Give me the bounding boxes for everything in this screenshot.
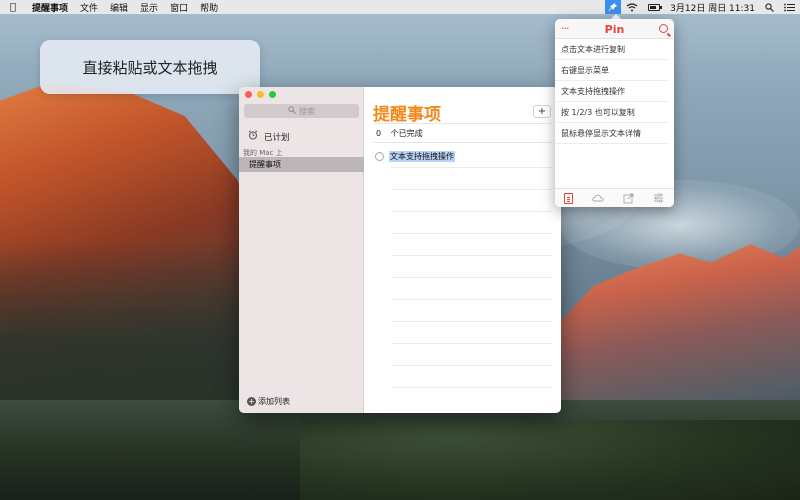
empty-row-line: [391, 211, 552, 212]
search-icon: [288, 106, 296, 116]
pin-clip-list: 点击文本进行复制 右键显示菜单 文本支持拖拽操作 按 1/2/3 也可以复制 鼠…: [555, 39, 674, 144]
pin-clip-item[interactable]: 右键显示菜单: [555, 60, 668, 81]
pin-title: Pin: [604, 23, 625, 36]
empty-row-line: [391, 167, 552, 168]
sidebar-item-label: 提醒事项: [249, 160, 281, 169]
forest: [300, 420, 800, 500]
close-button[interactable]: [245, 91, 252, 98]
empty-row-line: [391, 365, 552, 366]
window-controls: [245, 91, 276, 98]
menu-view[interactable]: 显示: [134, 1, 164, 14]
share-icon[interactable]: [622, 192, 634, 204]
completed-summary[interactable]: 0 个已完成: [376, 128, 423, 139]
search-icon[interactable]: [659, 24, 668, 33]
empty-row-line: [391, 321, 552, 322]
apple-icon[interactable]: : [0, 2, 26, 13]
cloud-icon[interactable]: [592, 192, 604, 204]
sliders-icon[interactable]: [653, 192, 665, 204]
add-reminder-button[interactable]: +: [533, 105, 551, 118]
menu-file[interactable]: 文件: [74, 1, 104, 14]
checkbox-circle[interactable]: [375, 152, 384, 161]
spotlight-icon[interactable]: [760, 0, 779, 14]
caption-bubble: 直接粘贴或文本拖拽: [40, 40, 260, 94]
menu-app-name[interactable]: 提醒事项: [26, 1, 74, 14]
empty-row-line: [391, 189, 552, 190]
sidebar-item-scheduled[interactable]: 已计划: [248, 130, 290, 143]
minimize-button[interactable]: [257, 91, 264, 98]
menu-window[interactable]: 窗口: [164, 1, 194, 14]
divider: [373, 123, 552, 124]
search-input[interactable]: 搜索: [244, 104, 359, 118]
reminders-main: 提醒事项 + 0 个已完成 文本支持拖拽操作: [364, 87, 561, 413]
sidebar-item-label: 已计划: [264, 132, 290, 143]
clock[interactable]: 3月12日 周日 11:31: [665, 0, 760, 14]
pin-popover: ··· Pin 点击文本进行复制 右键显示菜单 文本支持拖拽操作 按 1/2/3…: [555, 19, 674, 207]
battery-icon[interactable]: [643, 0, 665, 14]
completed-count: 0: [376, 129, 382, 138]
empty-row-line: [391, 343, 552, 344]
alarm-clock-icon: [248, 130, 258, 143]
menu-help[interactable]: 帮助: [194, 1, 224, 14]
notification-center-icon[interactable]: [779, 0, 800, 14]
sidebar-item-reminders[interactable]: 提醒事项: [239, 157, 364, 172]
caption-text: 直接粘贴或文本拖拽: [82, 58, 218, 77]
empty-row-line: [391, 387, 552, 388]
search-placeholder: 搜索: [299, 106, 315, 116]
add-list-button[interactable]: + 添加列表: [247, 396, 290, 407]
list-title: 提醒事项: [373, 105, 441, 125]
pin-icon[interactable]: [605, 0, 622, 14]
pin-clip-item[interactable]: 鼠标悬停显示文本详情: [555, 123, 668, 144]
zoom-button[interactable]: [269, 91, 276, 98]
status-area: 3月12日 周日 11:31: [605, 0, 800, 14]
add-list-label: 添加列表: [258, 397, 290, 406]
list-icon[interactable]: [564, 192, 574, 204]
reminders-window: 搜索 已计划 我的 Mac 上 提醒事项 + 添加列表 提醒事项 + 0 个已完…: [239, 87, 561, 413]
pin-clip-item[interactable]: 文本支持拖拽操作: [555, 81, 668, 102]
reminder-item[interactable]: 文本支持拖拽操作: [375, 151, 455, 162]
empty-row-line: [391, 233, 552, 234]
divider: [373, 142, 552, 143]
empty-row-line: [391, 277, 552, 278]
wifi-icon[interactable]: [621, 0, 643, 14]
plus-circle-icon: +: [247, 397, 256, 406]
menu-edit[interactable]: 编辑: [104, 1, 134, 14]
reminder-text[interactable]: 文本支持拖拽操作: [389, 151, 455, 162]
pin-clip-item[interactable]: 点击文本进行复制: [555, 39, 668, 60]
menu-bar:  提醒事项 文件 编辑 显示 窗口 帮助 3月12日 周日 11:31: [0, 0, 800, 14]
pin-clip-item[interactable]: 按 1/2/3 也可以复制: [555, 102, 668, 123]
empty-row-line: [391, 299, 552, 300]
pin-footer: [555, 188, 674, 207]
pin-header: ··· Pin: [555, 19, 674, 39]
empty-row-line: [391, 255, 552, 256]
completed-label: 个已完成: [390, 129, 423, 138]
reminders-sidebar: 搜索 已计划 我的 Mac 上 提醒事项 + 添加列表: [239, 87, 364, 413]
